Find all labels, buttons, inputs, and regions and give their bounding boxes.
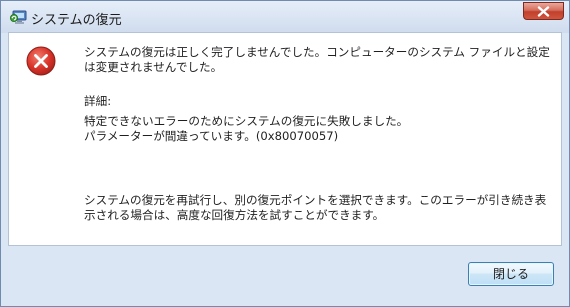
system-restore-icon: [10, 9, 27, 25]
message-panel: システムの復元は正しく完了しませんでした。コンピューターのシステム ファイルと設…: [8, 32, 562, 246]
close-button[interactable]: 閉じる: [468, 262, 554, 286]
title-bar[interactable]: システムの復元: [1, 1, 569, 33]
details-text: 特定できないエラーのためにシステムの復元に失敗しました。 パラメーターが間違って…: [84, 114, 554, 144]
main-message: システムの復元は正しく完了しませんでした。コンピューターのシステム ファイルと設…: [84, 45, 550, 74]
retry-message: システムの復元を再試行し、別の復元ポイントを選択できます。このエラーが引き続き表…: [84, 193, 547, 222]
window-title: システムの復元: [31, 13, 122, 28]
error-icon: [26, 46, 56, 76]
system-restore-dialog: システムの復元 システムの復元は正しく完了しませんでした。コンピューターのシステ…: [0, 0, 570, 307]
details-line-1: 特定できないエラーのためにシステムの復元に失敗しました。: [84, 114, 409, 128]
window-close-button[interactable]: [523, 2, 564, 20]
details-line-2: パラメーターが間違っています。(0x80070057): [84, 129, 339, 143]
details-label: 詳細:: [84, 94, 112, 108]
